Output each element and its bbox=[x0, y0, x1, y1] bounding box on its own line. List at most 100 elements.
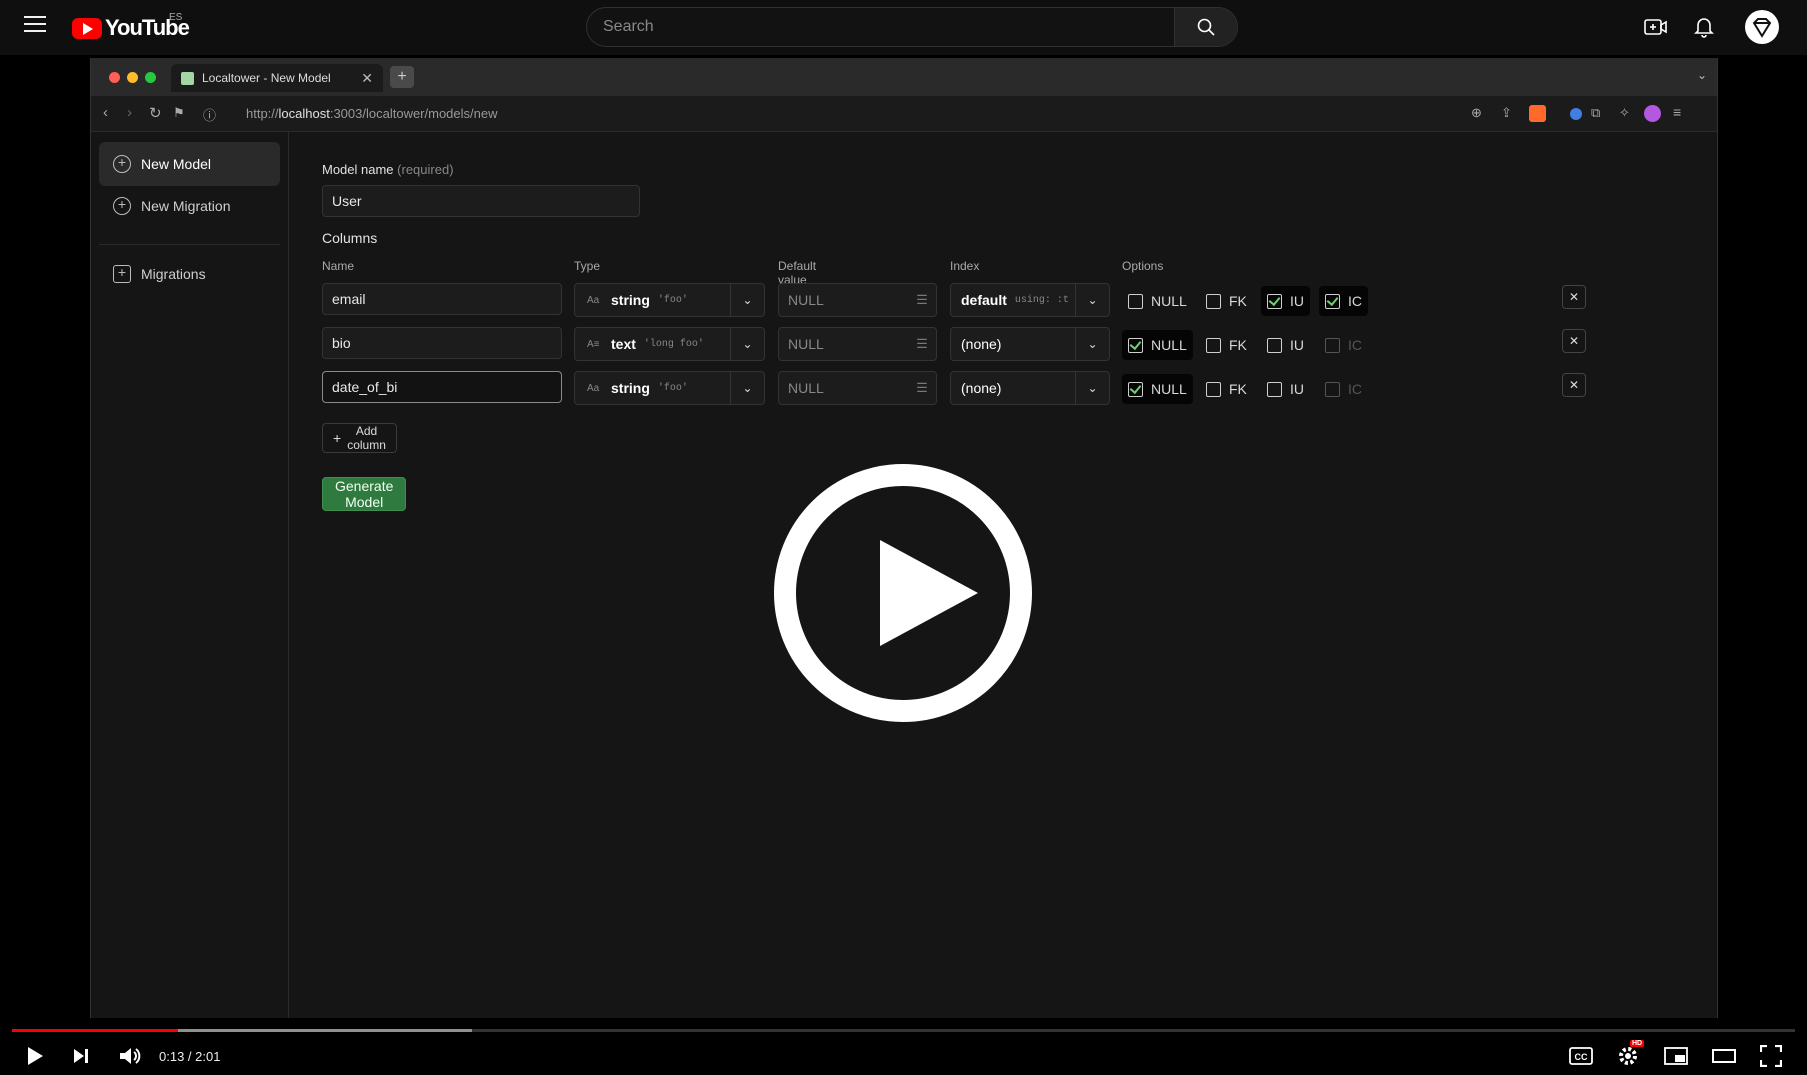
site-info-icon[interactable]: ⓘ bbox=[203, 105, 216, 124]
sidebar-divider bbox=[99, 244, 280, 245]
hamburger-menu-icon[interactable] bbox=[24, 16, 46, 34]
option-label: IC bbox=[1348, 381, 1362, 397]
youtube-header: YouTube ES bbox=[0, 0, 1807, 55]
settings-button[interactable]: HD bbox=[1614, 1040, 1645, 1069]
browser-tab-bar: Localtower - New Model ✕ + ⌄ bbox=[91, 58, 1717, 96]
search-icon bbox=[1197, 18, 1215, 36]
option-fk[interactable]: FK bbox=[1200, 374, 1253, 404]
remove-column-button[interactable]: ✕ bbox=[1562, 373, 1586, 397]
new-tab-icon[interactable]: + bbox=[390, 66, 414, 88]
column-name-input[interactable]: date_of_bi bbox=[322, 371, 562, 403]
plus-circle-icon bbox=[113, 196, 131, 215]
notifications-button[interactable] bbox=[1691, 14, 1717, 40]
option-iu[interactable]: IU bbox=[1261, 374, 1310, 404]
share-icon[interactable]: ⇪ bbox=[1501, 105, 1512, 121]
progress-bar[interactable] bbox=[12, 1029, 1795, 1032]
back-icon[interactable]: ‹ bbox=[103, 104, 108, 121]
youtube-play-logo-icon bbox=[72, 17, 102, 39]
extension-icon[interactable] bbox=[1570, 108, 1582, 120]
zoom-icon[interactable]: ⊕ bbox=[1471, 105, 1482, 121]
captions-text: CC bbox=[1575, 1052, 1588, 1062]
brave-shield-icon[interactable] bbox=[1529, 105, 1546, 122]
play-button[interactable] bbox=[22, 1043, 48, 1069]
tab-close-icon[interactable]: ✕ bbox=[361, 70, 373, 87]
tab-list-chevron-icon[interactable]: ⌄ bbox=[1697, 68, 1707, 82]
forward-icon[interactable]: › bbox=[127, 104, 132, 121]
column-type-select[interactable]: Aa string 'foo' ⌄ bbox=[574, 371, 765, 405]
checkbox-checked-icon bbox=[1267, 293, 1282, 309]
default-value-input[interactable]: NULL ☰ bbox=[778, 283, 937, 317]
next-button[interactable] bbox=[68, 1043, 94, 1069]
option-null[interactable]: NULL bbox=[1122, 374, 1193, 404]
bookmark-icon[interactable]: ⚑ bbox=[173, 105, 185, 121]
country-code: ES bbox=[169, 12, 183, 23]
option-iu[interactable]: IU bbox=[1261, 286, 1310, 316]
generate-model-button[interactable]: Generate Model bbox=[322, 477, 407, 511]
option-fk[interactable]: FK bbox=[1200, 286, 1253, 316]
lines-icon[interactable]: ☰ bbox=[908, 284, 936, 316]
video-player[interactable]: Localtower - New Model ✕ + ⌄ ‹ › ↻ ⚑ ⓘ h… bbox=[0, 55, 1807, 1075]
fullscreen-button[interactable] bbox=[1758, 1043, 1784, 1069]
option-ic[interactable]: IC bbox=[1319, 330, 1368, 360]
sidebar-item-migrations[interactable]: Migrations bbox=[99, 252, 280, 296]
maximize-window-icon[interactable] bbox=[145, 72, 156, 83]
url-host: localhost bbox=[278, 106, 330, 121]
model-name-label: Model name (required) bbox=[322, 162, 454, 177]
option-ic[interactable]: IC bbox=[1319, 374, 1368, 404]
miniplayer-button[interactable] bbox=[1663, 1043, 1689, 1069]
remove-column-button[interactable]: ✕ bbox=[1562, 285, 1586, 309]
url-field[interactable]: http://localhost:3003/localtower/models/… bbox=[246, 106, 498, 121]
big-play-icon[interactable] bbox=[774, 464, 1032, 722]
column-name-input[interactable]: bio bbox=[322, 327, 562, 359]
profile-icon[interactable] bbox=[1644, 105, 1661, 122]
chevron-down-icon: ⌄ bbox=[730, 372, 764, 404]
volume-icon bbox=[120, 1048, 141, 1064]
default-value-input[interactable]: NULL ☰ bbox=[778, 327, 937, 361]
theater-mode-button[interactable] bbox=[1711, 1043, 1737, 1069]
browser-menu-icon[interactable]: ≡ bbox=[1673, 104, 1681, 120]
column-type-select[interactable]: A≡ text 'long foo' ⌄ bbox=[574, 327, 765, 361]
captions-button[interactable]: CC bbox=[1568, 1043, 1594, 1069]
model-name-label-text: Model name bbox=[322, 162, 394, 177]
search-button[interactable] bbox=[1174, 8, 1237, 46]
chevron-down-icon: ⌄ bbox=[1075, 328, 1109, 360]
model-name-input[interactable]: User bbox=[322, 185, 640, 217]
sparkle-icon[interactable]: ✧ bbox=[1619, 105, 1630, 121]
index-select[interactable]: (none) ⌄ bbox=[950, 327, 1110, 361]
lines-icon[interactable]: ☰ bbox=[908, 328, 936, 360]
close-window-icon[interactable] bbox=[109, 72, 120, 83]
index-select[interactable]: (none) ⌄ bbox=[950, 371, 1110, 405]
lines-icon[interactable]: ☰ bbox=[908, 372, 936, 404]
reload-icon[interactable]: ↻ bbox=[149, 104, 162, 122]
column-name-input[interactable]: email bbox=[322, 283, 562, 315]
option-iu[interactable]: IU bbox=[1261, 330, 1310, 360]
chevron-down-icon: ⌄ bbox=[730, 328, 764, 360]
volume-button[interactable] bbox=[116, 1043, 144, 1069]
option-label: NULL bbox=[1151, 293, 1187, 309]
account-avatar[interactable] bbox=[1745, 10, 1779, 44]
option-ic[interactable]: IC bbox=[1319, 286, 1368, 316]
option-null[interactable]: NULL bbox=[1122, 286, 1193, 316]
column-type-select[interactable]: Aa string 'foo' ⌄ bbox=[574, 283, 765, 317]
sidebar-item-new-migration[interactable]: New Migration bbox=[99, 184, 280, 228]
theater-mode-icon bbox=[1712, 1049, 1736, 1063]
option-label: NULL bbox=[1151, 381, 1187, 397]
option-label: IU bbox=[1290, 381, 1304, 397]
default-value-input[interactable]: NULL ☰ bbox=[778, 371, 937, 405]
checkbox-icon bbox=[1128, 293, 1143, 309]
option-null[interactable]: NULL bbox=[1122, 330, 1193, 360]
browser-tab[interactable]: Localtower - New Model ✕ bbox=[171, 64, 383, 92]
add-column-button[interactable]: + Add column bbox=[322, 423, 397, 453]
checkbox-icon bbox=[1206, 381, 1221, 397]
index-select[interactable]: default using: :t ⌄ bbox=[950, 283, 1110, 317]
create-video-button[interactable] bbox=[1643, 14, 1669, 40]
sidebar-item-new-model[interactable]: New Model bbox=[99, 142, 280, 186]
checkbox-icon bbox=[1206, 293, 1221, 309]
minimize-window-icon[interactable] bbox=[127, 72, 138, 83]
extensions-puzzle-icon[interactable]: ⧉ bbox=[1591, 105, 1600, 121]
default-value: NULL bbox=[788, 380, 824, 396]
option-fk[interactable]: FK bbox=[1200, 330, 1253, 360]
remove-column-button[interactable]: ✕ bbox=[1562, 329, 1586, 353]
search-input[interactable] bbox=[587, 8, 1174, 46]
play-icon bbox=[28, 1047, 43, 1065]
